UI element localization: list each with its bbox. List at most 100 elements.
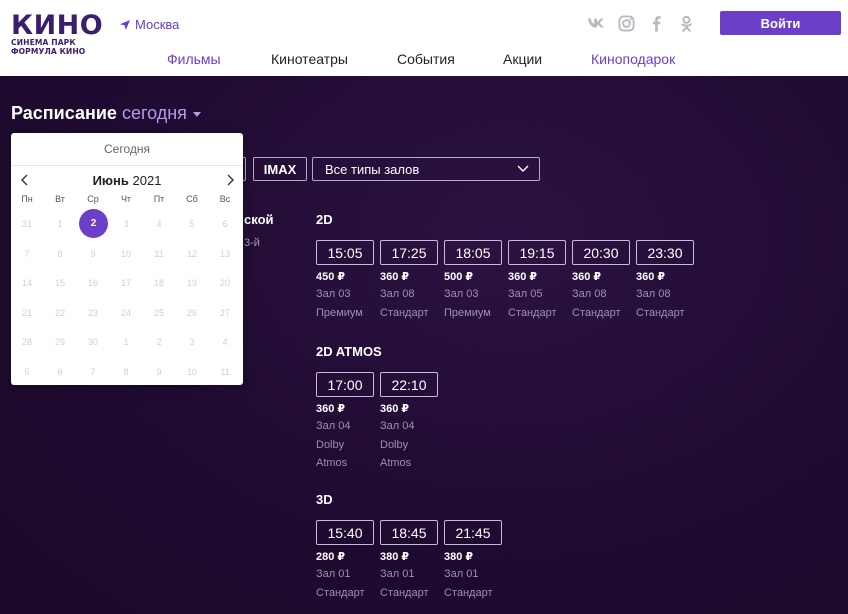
weekday-label: Пт — [153, 194, 165, 204]
facebook-icon[interactable] — [647, 14, 665, 32]
showtime-button[interactable]: 18:45 — [380, 520, 438, 545]
showtime-hall: Зал 03 — [444, 288, 479, 300]
calendar-day[interactable]: 17 — [110, 273, 142, 293]
date-picker-popup: Сегодня Июнь 2021 Пн Вт Ср Чт Пт Сб Вс 31 1 2 3 4 5 6… — [11, 133, 243, 385]
nav-item-cinemas[interactable]: Кинотеатры — [271, 51, 348, 67]
calendar-day[interactable]: 20 — [209, 273, 241, 293]
showtime-button[interactable]: 15:40 — [316, 520, 374, 545]
calendar-day[interactable]: 1 — [110, 332, 142, 352]
calendar-day[interactable]: 24 — [110, 303, 142, 323]
showtime-button[interactable]: 17:00 — [316, 372, 374, 397]
calendar-day[interactable]: 29 — [44, 332, 76, 352]
caret-down-icon — [192, 111, 201, 117]
today-button[interactable]: Сегодня — [11, 133, 243, 166]
calendar-day[interactable]: 3 — [176, 332, 208, 352]
calendar-day[interactable]: 10 — [176, 362, 208, 382]
showtime-hall-type: Стандарт — [444, 587, 493, 599]
weekday-label: Вс — [219, 194, 231, 204]
city-selector[interactable]: Москва — [120, 17, 179, 32]
showtime-hall-type: Стандарт — [380, 587, 429, 599]
calendar-day[interactable]: 14 — [11, 273, 43, 293]
calendar-day[interactable]: 8 — [110, 362, 142, 382]
showtime-hall: Зал 08 — [572, 288, 607, 300]
cinema-name[interactable]: ской — [244, 212, 274, 227]
showtime-button[interactable]: 23:30 — [636, 240, 694, 265]
showtime-hall-type: Премиум — [316, 307, 363, 319]
calendar-day-selected[interactable]: 2 — [79, 209, 108, 238]
calendar-day[interactable]: 4 — [209, 332, 241, 352]
calendar-day[interactable]: 21 — [11, 303, 43, 323]
odnoklassniki-icon[interactable] — [677, 14, 695, 32]
showtime-button[interactable]: 17:25 — [380, 240, 438, 265]
showtime-hall: Зал 03 — [316, 288, 351, 300]
calendar-day[interactable]: 6 — [209, 214, 241, 234]
calendar-day[interactable]: 7 — [11, 244, 43, 264]
calendar-day[interactable]: 19 — [176, 273, 208, 293]
showtime-price: 360 ₽ — [380, 403, 410, 415]
weekday-label: Сб — [186, 194, 198, 204]
login-button[interactable]: Войти — [720, 11, 841, 35]
showtime-hall: Зал 01 — [316, 568, 351, 580]
calendar-day[interactable]: 6 — [44, 362, 76, 382]
showtime-button[interactable]: 18:05 — [444, 240, 502, 265]
calendar-day[interactable]: 8 — [44, 244, 76, 264]
vk-icon[interactable] — [587, 14, 605, 32]
calendar-day[interactable]: 5 — [11, 362, 43, 382]
calendar-month-label: Июнь 2021 — [11, 173, 243, 188]
calendar-day[interactable]: 26 — [176, 303, 208, 323]
showtime-button[interactable]: 19:15 — [508, 240, 566, 265]
showtime-price: 360 ₽ — [316, 403, 346, 415]
showtime-hall-type: Стандарт — [380, 307, 429, 319]
showtime-hall: Зал 01 — [380, 568, 415, 580]
calendar-day[interactable]: 23 — [77, 303, 109, 323]
calendar-day[interactable]: 2 — [143, 332, 175, 352]
calendar-day[interactable]: 3 — [110, 214, 142, 234]
imax-filter-button[interactable]: IMAX — [253, 157, 307, 181]
showtime-button[interactable]: 20:30 — [572, 240, 630, 265]
calendar-day[interactable]: 9 — [77, 244, 109, 264]
calendar-month: Июнь — [92, 173, 129, 188]
schedule-title: Расписание — [11, 103, 117, 123]
calendar-day[interactable]: 28 — [11, 332, 43, 352]
showtime-hall: Зал 05 — [508, 288, 543, 300]
calendar-day[interactable]: 12 — [176, 244, 208, 264]
calendar-day[interactable]: 4 — [143, 214, 175, 234]
calendar-day[interactable]: 7 — [77, 362, 109, 382]
nav-item-films[interactable]: Фильмы — [167, 51, 221, 67]
logo[interactable]: КИНО СИНЕМА ПАРК ФОРМУЛА КИНО — [11, 12, 103, 56]
calendar-day[interactable]: 11 — [209, 362, 241, 382]
calendar-day[interactable]: 5 — [176, 214, 208, 234]
calendar-day[interactable]: 25 — [143, 303, 175, 323]
cinema-floor: 3-й — [244, 237, 260, 249]
nav-item-promos[interactable]: Акции — [503, 51, 542, 67]
nav-item-events[interactable]: События — [397, 51, 455, 67]
calendar-day[interactable]: 16 — [77, 273, 109, 293]
schedule-heading[interactable]: Расписание сегодня — [11, 103, 201, 124]
calendar-day[interactable]: 30 — [77, 332, 109, 352]
next-month-icon[interactable] — [224, 174, 238, 188]
calendar-day[interactable]: 10 — [110, 244, 142, 264]
calendar-day[interactable]: 27 — [209, 303, 241, 323]
showtime-price: 380 ₽ — [444, 551, 474, 563]
calendar-day[interactable]: 18 — [143, 273, 175, 293]
calendar-day[interactable]: 1 — [44, 214, 76, 234]
hall-type-value: Все типы залов — [325, 161, 420, 177]
calendar-day[interactable]: 22 — [44, 303, 76, 323]
calendar-year: 2021 — [132, 173, 162, 188]
calendar-day[interactable]: 31 — [11, 214, 43, 234]
showtime-button[interactable]: 15:05 — [316, 240, 374, 265]
showtime-button[interactable]: 22:10 — [380, 372, 438, 397]
calendar-day[interactable]: 11 — [143, 244, 175, 264]
calendar-day[interactable]: 13 — [209, 244, 241, 264]
hall-type-select[interactable]: Все типы залов — [312, 157, 540, 181]
calendar-day[interactable]: 9 — [143, 362, 175, 382]
nav-item-gift[interactable]: Киноподарок — [591, 51, 675, 67]
instagram-icon[interactable] — [617, 14, 635, 32]
showtime-hall: Зал 01 — [444, 568, 479, 580]
showtime-button[interactable]: 21:45 — [444, 520, 502, 545]
showtime-hall: Зал 08 — [380, 288, 415, 300]
calendar-day[interactable]: 15 — [44, 273, 76, 293]
showtime-hall-type: Dolby Atmos — [316, 439, 348, 469]
social-links — [587, 14, 695, 32]
showtime-price: 360 ₽ — [508, 271, 538, 283]
